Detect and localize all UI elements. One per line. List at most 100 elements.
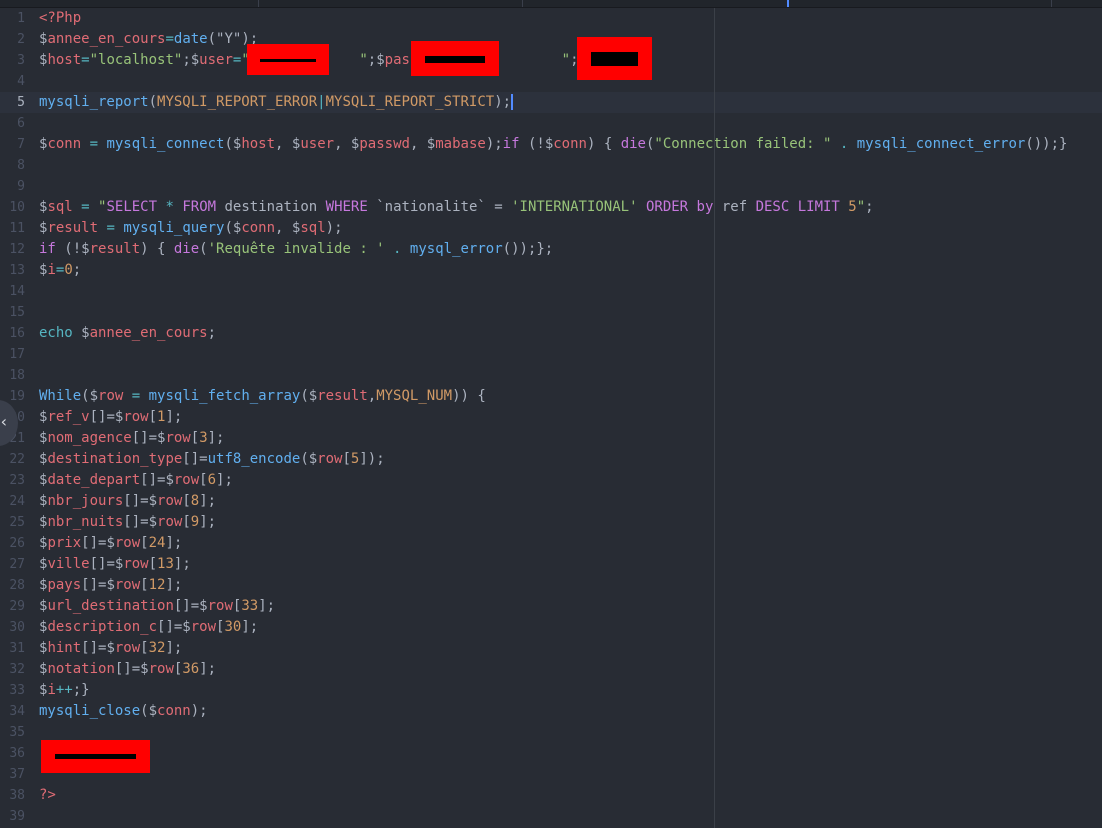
code-line[interactable]: 31 $hint[]=$row[32]; <box>0 638 1102 659</box>
line-number: 1 <box>17 11 25 26</box>
code-line[interactable]: 33 $i++;} <box>0 680 1102 701</box>
code-line[interactable]: 6 <box>0 113 1102 134</box>
code-line[interactable]: 9 <box>0 176 1102 197</box>
code-line[interactable]: 1 <?Php <box>0 8 1102 29</box>
code-token: ($ <box>300 388 318 404</box>
code-token: MYSQLI_REPORT_ERROR <box>157 94 318 110</box>
code-token: = <box>81 52 90 68</box>
code-editor[interactable]: 1 <?Php 2 $annee_en_cours=date("Y"); 3 $host=… <box>0 8 1102 828</box>
code-token: row <box>123 556 149 572</box>
code-token: ($ <box>140 703 158 719</box>
line-number: 34 <box>9 704 25 719</box>
code-text: $ville[]=$row[13]; <box>39 554 191 575</box>
code-line[interactable]: 22 $destination_type[]=utf8_encode($row[5… <box>0 449 1102 470</box>
code-line[interactable]: 16 echo $annee_en_cours; <box>0 323 1102 344</box>
code-token: prix <box>47 535 82 551</box>
code-line[interactable]: 5 mysqli_report(MYSQLI_REPORT_ERROR|MYSQL… <box>0 92 1102 113</box>
tab-separator <box>258 0 259 7</box>
chevron-left-icon: ‹ <box>0 412 7 431</box>
code-token: 36 <box>182 661 200 677</box>
code-line[interactable]: 30 $description_c[]=$row[30]; <box>0 617 1102 638</box>
code-line[interactable]: 17 <box>0 344 1102 365</box>
code-token: MYSQLI_REPORT_STRICT <box>325 94 495 110</box>
code-token: ($ <box>300 451 318 467</box>
code-text: $pays[]=$row[12]; <box>39 575 182 596</box>
code-line[interactable]: 20$ref_v[]=$row[1]; <box>0 407 1102 428</box>
code-token: []=$ <box>131 430 166 446</box>
line-number: 10 <box>9 200 25 215</box>
code-token: [ <box>342 451 351 467</box>
code-token: row <box>114 535 141 551</box>
code-line[interactable]: 35 <box>0 722 1102 743</box>
code-token: [ <box>148 409 158 425</box>
code-line[interactable]: 2 $annee_en_cours=date("Y"); <box>0 29 1102 50</box>
code-line[interactable]: 27 $ville[]=$row[13]; <box>0 554 1102 575</box>
code-token: DESC LIMIT <box>755 199 840 215</box>
code-token: 'INTERNATIONAL' <box>511 199 638 215</box>
line-number: 16 <box>9 326 25 341</box>
line-number: 23 <box>9 473 25 488</box>
line-number: 22 <box>9 452 25 467</box>
code-token: 0 <box>64 262 73 278</box>
line-number: 4 <box>17 74 25 89</box>
wrap-guide <box>714 8 715 828</box>
code-token: user <box>300 136 335 152</box>
code-token: ]; <box>173 556 191 572</box>
code-line[interactable]: 23 $date_depart[]=$row[6]; <box>0 470 1102 491</box>
code-line[interactable]: 32 $notation[]=$row[36]; <box>0 659 1102 680</box>
code-line[interactable]: 4 <box>0 71 1102 92</box>
code-text: $prix[]=$row[24]; <box>39 533 182 554</box>
line-number: 5 <box>17 95 25 110</box>
code-line[interactable]: 19 While($row = mysqli_fetch_array($resul… <box>0 386 1102 407</box>
code-line[interactable]: 37 <box>0 764 1102 785</box>
code-line[interactable]: 13 $i=0; <box>0 260 1102 281</box>
code-token: [ <box>199 472 208 488</box>
code-token: [ <box>190 430 200 446</box>
code-line[interactable]: 18 <box>0 365 1102 386</box>
code-line[interactable]: 3$host="localhost";$user=" ";$passwd=" "… <box>0 50 1102 71</box>
code-token: mysqli_connect_error <box>856 136 1026 152</box>
code-line[interactable]: 28 $pays[]=$row[12]; <box>0 575 1102 596</box>
code-line[interactable]: 29 $url_destination[]=$row[33]; <box>0 596 1102 617</box>
code-line[interactable]: 12 if (!$result) { die('Requête invalide … <box>0 239 1102 260</box>
code-line[interactable]: 8 <box>0 155 1102 176</box>
code-token: []=$ <box>114 661 149 677</box>
code-token: []=$ <box>81 640 115 656</box>
code-text: ?> <box>39 785 56 806</box>
code-text: $conn = mysqli_connect($host, $user, $pa… <box>39 134 1067 155</box>
code-token: mysqli_query <box>123 220 225 236</box>
code-line[interactable]: 15 <box>0 302 1102 323</box>
code-token: row <box>114 577 141 593</box>
code-token: FROM <box>182 199 217 215</box>
code-line[interactable]: 34 mysqli_close($conn); <box>0 701 1102 722</box>
code-text: $i++;} <box>39 680 90 701</box>
code-line[interactable]: 11 $result = mysqli_query($conn, $sql); <box>0 218 1102 239</box>
active-tab-indicator <box>787 0 789 7</box>
code-line[interactable]: 21 $nom_agence[]=$row[3]; <box>0 428 1102 449</box>
code-token: []=$ <box>157 619 191 635</box>
code-token: ]; <box>165 577 183 593</box>
code-line[interactable]: 25 $nbr_nuits[]=$row[9]; <box>0 512 1102 533</box>
code-line[interactable]: 10 $sql = "SELECT * FROM destination WHER… <box>0 197 1102 218</box>
line-number: 38 <box>9 788 25 803</box>
code-text: $description_c[]=$row[30]; <box>39 617 258 638</box>
code-token: `nationalite` = <box>367 199 512 215</box>
code-line[interactable]: 38 ?> <box>0 785 1102 806</box>
code-token: []=$ <box>89 409 124 425</box>
code-token: mysqli_connect <box>106 136 225 152</box>
code-line[interactable]: 7 $conn = mysqli_connect($host, $user, $p… <box>0 134 1102 155</box>
code-line[interactable]: 24 $nbr_jours[]=$row[8]; <box>0 491 1102 512</box>
code-token: ($ <box>224 220 242 236</box>
code-line[interactable]: 39 <box>0 806 1102 827</box>
code-token: , $ <box>334 136 360 152</box>
code-token: ]; <box>241 619 259 635</box>
line-number: 12 <box>9 242 25 257</box>
code-text: $annee_en_cours=date("Y"); <box>39 29 258 50</box>
code-token: ]; <box>165 640 183 656</box>
code-line[interactable]: 14 <box>0 281 1102 302</box>
code-line[interactable]: 26 $prix[]=$row[24]; <box>0 533 1102 554</box>
code-line[interactable]: 36 <box>0 743 1102 764</box>
code-token: notation <box>47 661 115 677</box>
line-number: 39 <box>9 809 25 824</box>
